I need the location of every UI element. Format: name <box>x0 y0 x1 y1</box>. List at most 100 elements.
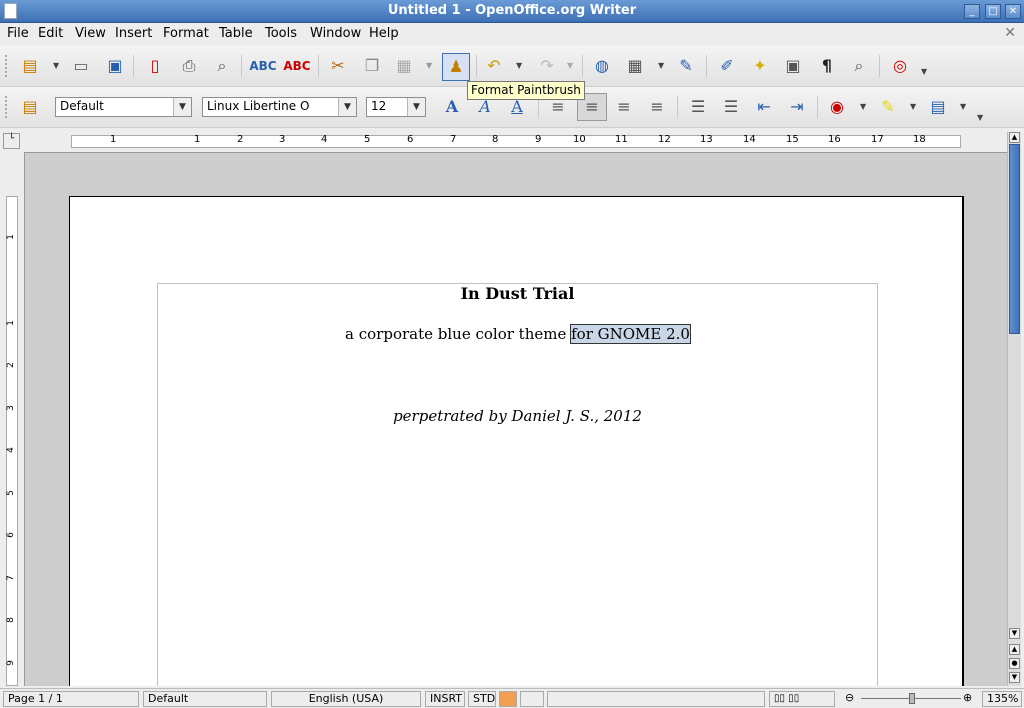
horizontal-ruler[interactable]: 1 1 2 3 4 5 6 7 8 9 10 11 12 13 14 15 16… <box>26 133 1006 149</box>
menu-window[interactable]: Window <box>310 26 361 41</box>
menu-view[interactable]: View <box>75 26 106 41</box>
toolbar-grip[interactable] <box>5 96 9 118</box>
paragraph-style-select[interactable]: Default ▼ <box>55 97 192 117</box>
tab-stop-selector[interactable]: └ <box>3 133 20 149</box>
save-icon[interactable]: ▣ <box>103 54 127 78</box>
signature-field[interactable] <box>520 691 544 707</box>
menu-table[interactable]: Table <box>219 26 253 41</box>
page-style-indicator[interactable]: Default <box>143 691 267 707</box>
view-layout-icon[interactable]: ▯▯ ▯▯ <box>769 691 835 707</box>
align-right-icon[interactable]: ≡ <box>612 95 636 119</box>
menu-file[interactable]: File <box>7 26 29 41</box>
export-pdf-icon[interactable]: ▯ <box>143 54 167 78</box>
chevron-down-icon[interactable]: ▼ <box>960 102 966 111</box>
chevron-down-icon[interactable]: ▼ <box>407 98 425 116</box>
document-modified-icon[interactable] <box>499 691 517 707</box>
toolbar-grip[interactable] <box>5 55 9 77</box>
redo-icon[interactable]: ↷ <box>535 54 559 78</box>
separator <box>318 55 319 77</box>
menu-help[interactable]: Help <box>369 26 399 41</box>
text-body-area[interactable]: In Dust Trial a corporate blue color the… <box>157 283 878 686</box>
zoom-out-icon[interactable]: ⊖ <box>845 691 854 705</box>
justify-icon[interactable]: ≡ <box>645 95 669 119</box>
window-title: Untitled 1 - OpenOffice.org Writer <box>387 3 637 18</box>
font-name-select[interactable]: Linux Libertine O ▼ <box>202 97 357 117</box>
menu-edit[interactable]: Edit <box>38 26 63 41</box>
navigation-icon[interactable]: ● <box>1009 658 1020 669</box>
help-lifebuoy-icon[interactable]: ◎ <box>888 54 912 78</box>
zoom-icon[interactable]: ⌕ <box>847 54 871 78</box>
font-color-icon[interactable]: ◉ <box>825 95 849 119</box>
document-title[interactable]: In Dust Trial <box>158 284 877 303</box>
find-replace-icon[interactable]: ✐ <box>715 54 739 78</box>
subtitle-text[interactable]: a corporate blue color theme <box>345 325 571 343</box>
next-page-icon[interactable]: ▼ <box>1009 672 1020 683</box>
table-icon[interactable]: ▦ <box>623 54 647 78</box>
insert-mode-indicator[interactable]: INSRT <box>425 691 465 707</box>
vertical-ruler[interactable]: 1 1 2 3 4 5 6 7 8 9 <box>3 152 20 686</box>
chevron-down-icon[interactable]: ▼ <box>53 61 59 70</box>
maximize-button[interactable]: □ <box>985 4 1001 19</box>
close-window-button[interactable]: ✕ <box>1005 4 1021 19</box>
selected-text[interactable]: for GNOME 2.0 <box>570 324 691 344</box>
chevron-down-icon[interactable]: ▼ <box>910 102 916 111</box>
language-indicator[interactable]: English (USA) <box>271 691 421 707</box>
menu-tools[interactable]: Tools <box>265 26 297 41</box>
previous-page-icon[interactable]: ▲ <box>1009 644 1020 655</box>
menu-format[interactable]: Format <box>163 26 209 41</box>
chevron-down-icon[interactable]: ▼ <box>860 102 866 111</box>
page-indicator[interactable]: Page 1 / 1 <box>3 691 139 707</box>
numbering-icon[interactable]: ☰ <box>686 95 710 119</box>
bullets-icon[interactable]: ☰ <box>719 95 743 119</box>
new-document-icon[interactable]: ▤ <box>18 54 42 78</box>
copy-icon[interactable]: ❐ <box>360 54 384 78</box>
spellcheck-icon[interactable]: ABC <box>249 54 276 78</box>
chevron-down-icon[interactable]: ▼ <box>658 61 664 70</box>
autospellcheck-icon[interactable]: ABC <box>283 54 310 78</box>
document-subtitle[interactable]: a corporate blue color theme for GNOME 2… <box>158 324 877 344</box>
toolbar-overflow-icon[interactable]: ▼ <box>921 67 927 76</box>
document-author-line[interactable]: perpetrated by Daniel J. S., 2012 <box>158 407 877 425</box>
formatting-marks-icon[interactable]: ¶ <box>815 54 839 78</box>
hyperlink-icon[interactable]: ◍ <box>590 54 614 78</box>
scrollbar-thumb[interactable] <box>1009 144 1020 334</box>
close-document-icon[interactable]: ✕ <box>1004 25 1016 41</box>
chevron-down-icon[interactable]: ▼ <box>516 61 522 70</box>
zoom-in-icon[interactable]: ⊕ <box>963 691 972 705</box>
open-folder-icon[interactable]: ▭ <box>69 54 93 78</box>
chevron-down-icon[interactable]: ▼ <box>426 61 432 70</box>
print-preview-icon[interactable]: ⌕ <box>210 54 234 78</box>
cut-icon[interactable]: ✂ <box>326 54 350 78</box>
scroll-up-icon[interactable]: ▲ <box>1009 132 1020 143</box>
styles-formatting-icon[interactable]: ▤ <box>18 95 42 119</box>
scroll-down-icon[interactable]: ▼ <box>1009 628 1020 639</box>
chevron-down-icon[interactable]: ▼ <box>173 98 191 116</box>
print-icon[interactable]: ⎙ <box>177 54 201 78</box>
bold-icon[interactable]: A <box>440 95 464 119</box>
zoom-level[interactable]: 135% <box>982 691 1022 707</box>
undo-icon[interactable]: ↶ <box>482 54 506 78</box>
highlighting-icon[interactable]: ✎ <box>876 95 900 119</box>
decrease-indent-icon[interactable]: ⇤ <box>752 95 776 119</box>
zoom-thumb[interactable] <box>909 693 915 704</box>
ruler-number: 4 <box>5 447 16 453</box>
zoom-slider[interactable]: ⊖ ⊕ <box>839 691 979 707</box>
background-color-icon[interactable]: ▤ <box>926 95 950 119</box>
draw-functions-icon[interactable]: ✎ <box>674 54 698 78</box>
format-paintbrush-icon[interactable]: ♟ <box>442 53 470 81</box>
chevron-down-icon[interactable]: ▼ <box>567 61 573 70</box>
minimize-button[interactable]: _ <box>964 4 980 19</box>
increase-indent-icon[interactable]: ⇥ <box>785 95 809 119</box>
gallery-icon[interactable]: ▣ <box>781 54 805 78</box>
paste-icon[interactable]: ▦ <box>392 54 416 78</box>
document-workspace[interactable]: In Dust Trial a corporate blue color the… <box>24 152 1007 686</box>
vertical-scrollbar[interactable]: ▲ ▼ ▲ ● ▼ <box>1007 132 1021 686</box>
selection-mode-indicator[interactable]: STD <box>468 691 496 707</box>
toolbar-overflow-icon[interactable]: ▼ <box>977 113 983 122</box>
menu-insert[interactable]: Insert <box>115 26 152 41</box>
font-size-select[interactable]: 12 ▼ <box>366 97 426 117</box>
chevron-down-icon[interactable]: ▼ <box>338 98 356 116</box>
document-page[interactable]: In Dust Trial a corporate blue color the… <box>69 196 964 686</box>
ruler-number: 7 <box>450 134 457 145</box>
navigator-icon[interactable]: ✦ <box>748 54 772 78</box>
